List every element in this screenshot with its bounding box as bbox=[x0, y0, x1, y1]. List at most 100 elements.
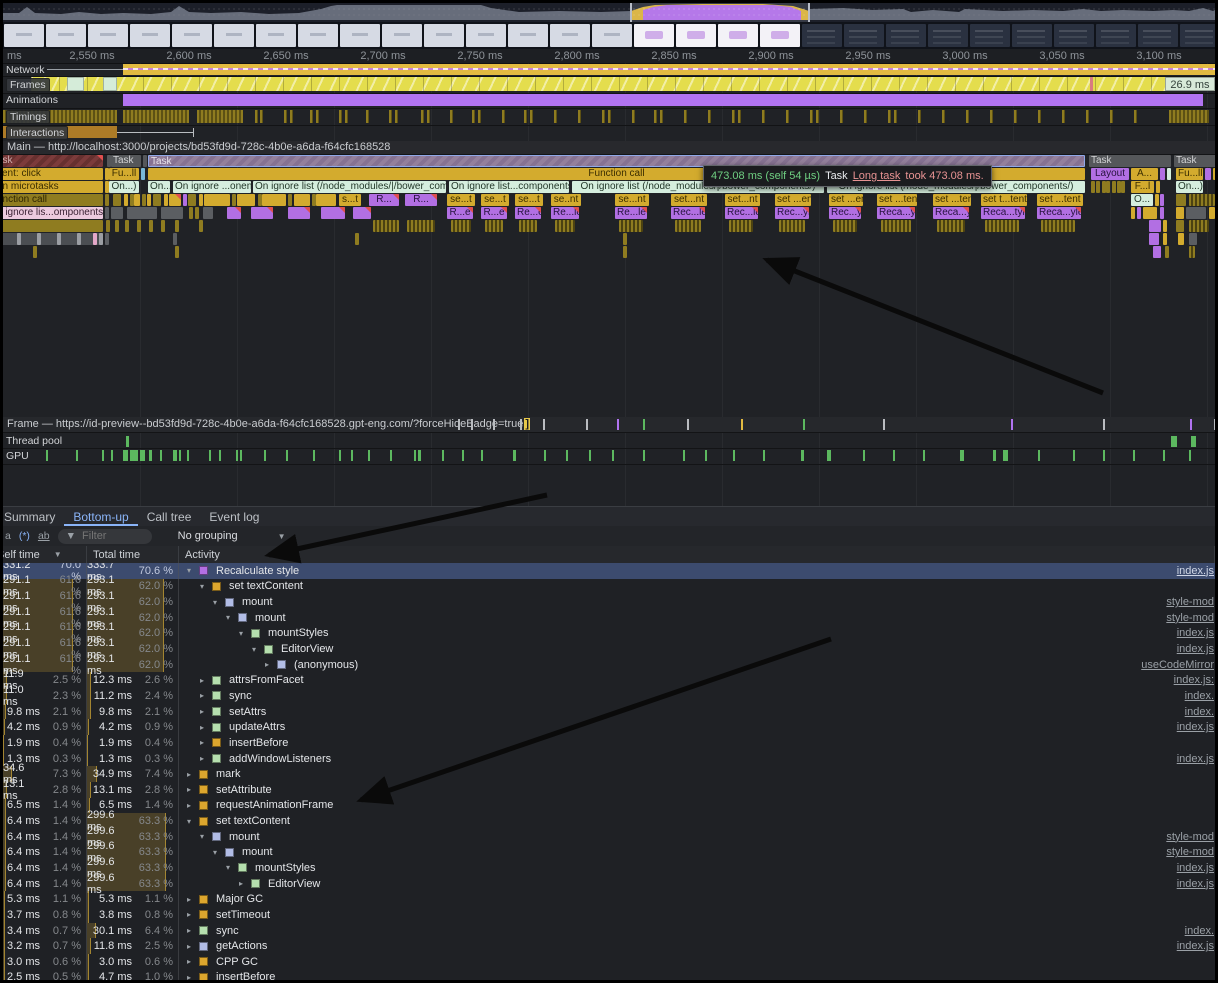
flame-event[interactable] bbox=[115, 220, 119, 232]
table-row[interactable]: 3.2 ms0.7 %11.8 ms2.5 %▸getActionsindex.… bbox=[3, 938, 1215, 954]
expand-arrow-icon[interactable]: ▾ bbox=[183, 817, 195, 826]
column-header-self-time[interactable]: Self time ▼ bbox=[3, 546, 87, 563]
flame-event[interactable] bbox=[407, 220, 435, 232]
flame-event[interactable] bbox=[555, 220, 575, 232]
flame-event[interactable]: Reca...yle bbox=[933, 207, 969, 219]
filmstrip-thumbnail[interactable] bbox=[340, 24, 380, 47]
flame-event[interactable]: A... bbox=[1131, 168, 1158, 180]
flame-event[interactable]: Task bbox=[1089, 155, 1171, 167]
filmstrip-thumbnail[interactable] bbox=[172, 24, 212, 47]
flame-event[interactable] bbox=[33, 246, 37, 258]
flame-event[interactable] bbox=[99, 233, 103, 245]
flame-event[interactable] bbox=[1137, 207, 1141, 219]
filmstrip-thumbnail[interactable] bbox=[1180, 24, 1215, 47]
expand-arrow-icon[interactable]: ▾ bbox=[183, 566, 195, 575]
flame-event[interactable] bbox=[1131, 207, 1135, 219]
flame-event[interactable] bbox=[251, 207, 273, 219]
table-row[interactable]: 291.1 ms61.6 %293.1 ms62.0 %▾mountStyles… bbox=[3, 626, 1215, 642]
filmstrip-thumbnail[interactable] bbox=[802, 24, 842, 47]
flame-event[interactable] bbox=[1189, 194, 1215, 206]
collapse-arrow-icon[interactable]: ▸ bbox=[196, 707, 208, 716]
table-row[interactable]: 291.1 ms61.6 %293.1 ms62.0 %▾set textCon… bbox=[3, 579, 1215, 595]
flame-event[interactable] bbox=[57, 233, 61, 245]
flame-event[interactable]: set t...tent bbox=[981, 194, 1027, 206]
flame-event[interactable] bbox=[619, 220, 643, 232]
frame-duration-badge[interactable]: 26.9 ms bbox=[1165, 77, 1215, 91]
expand-arrow-icon[interactable]: ▾ bbox=[209, 848, 221, 857]
flame-event[interactable]: On...) bbox=[148, 181, 170, 193]
flame-event[interactable] bbox=[1189, 220, 1209, 232]
flame-event[interactable] bbox=[353, 207, 371, 219]
flame-event[interactable] bbox=[1189, 233, 1197, 245]
flame-event[interactable]: se..nt bbox=[551, 194, 581, 206]
flame-event[interactable]: Rec...le bbox=[725, 207, 758, 219]
table-row[interactable]: 4.2 ms0.9 %4.2 ms0.9 %▸updateAttrsindex.… bbox=[3, 719, 1215, 735]
filter-input[interactable] bbox=[80, 529, 144, 543]
collapse-arrow-icon[interactable]: ▸ bbox=[183, 957, 195, 966]
flame-event[interactable] bbox=[1205, 168, 1211, 180]
flame-event[interactable] bbox=[232, 194, 236, 206]
table-row[interactable]: 6.4 ms1.4 %299.6 ms63.3 %▸EditorViewinde… bbox=[3, 876, 1215, 892]
filmstrip-thumbnail[interactable] bbox=[256, 24, 296, 47]
flame-event[interactable] bbox=[203, 207, 213, 219]
expand-arrow-icon[interactable]: ▾ bbox=[196, 582, 208, 591]
flame-event[interactable] bbox=[77, 233, 81, 245]
flame-event[interactable] bbox=[881, 220, 911, 232]
filmstrip-thumbnail[interactable] bbox=[634, 24, 674, 47]
flame-event[interactable]: s...t bbox=[339, 194, 361, 206]
flame-event[interactable] bbox=[111, 207, 123, 219]
flame-event[interactable] bbox=[1121, 181, 1125, 193]
frames-bar[interactable] bbox=[31, 77, 1165, 91]
tab-summary[interactable]: Summary bbox=[3, 507, 64, 526]
source-location-link[interactable]: index.js bbox=[1177, 878, 1215, 890]
flame-event[interactable] bbox=[1156, 181, 1160, 193]
filmstrip-thumbnail[interactable] bbox=[130, 24, 170, 47]
table-row[interactable]: 9.8 ms2.1 %9.8 ms2.1 %▸setAttrsindex. bbox=[3, 704, 1215, 720]
tab-event-log[interactable]: Event log bbox=[200, 507, 268, 526]
cpu-activity-overview[interactable] bbox=[3, 3, 1215, 22]
flame-event[interactable] bbox=[316, 194, 336, 206]
filmstrip-thumbnail[interactable] bbox=[886, 24, 926, 47]
flame-event[interactable]: Fu...ll bbox=[1176, 168, 1203, 180]
table-row[interactable]: 3.4 ms0.7 %30.1 ms6.4 %▸syncindex. bbox=[3, 923, 1215, 939]
flame-event[interactable] bbox=[288, 194, 292, 206]
flame-event[interactable]: Reca...yle bbox=[1037, 207, 1081, 219]
flame-event[interactable] bbox=[1091, 181, 1095, 193]
table-row[interactable]: 3.7 ms0.8 %3.8 ms0.8 %▸setTimeout bbox=[3, 907, 1215, 923]
flame-event[interactable]: se...t bbox=[447, 194, 475, 206]
source-location-link[interactable]: index. bbox=[1185, 925, 1215, 937]
flame-event[interactable] bbox=[833, 220, 857, 232]
filmstrip-thumbnail[interactable] bbox=[718, 24, 758, 47]
flame-event[interactable] bbox=[175, 246, 179, 258]
filmstrip-thumbnail[interactable] bbox=[928, 24, 968, 47]
flame-event[interactable]: On ignore list (/node_modules/|/bower_co… bbox=[253, 181, 446, 193]
flame-event[interactable] bbox=[134, 194, 140, 206]
flame-event[interactable] bbox=[164, 194, 168, 206]
table-row[interactable]: 1.9 ms0.4 %1.9 ms0.4 %▸insertBefore bbox=[3, 735, 1215, 751]
collapse-arrow-icon[interactable]: ▸ bbox=[196, 723, 208, 732]
source-location-link[interactable]: index.js bbox=[1177, 940, 1215, 952]
flame-event[interactable] bbox=[199, 220, 203, 232]
table-row[interactable]: 6.4 ms1.4 %299.6 ms63.3 %▾mountStylesind… bbox=[3, 860, 1215, 876]
filmstrip-thumbnail[interactable] bbox=[46, 24, 86, 47]
filmstrip-thumbnail[interactable] bbox=[424, 24, 464, 47]
flame-event[interactable] bbox=[1176, 220, 1184, 232]
filmstrip-thumbnail[interactable] bbox=[1012, 24, 1052, 47]
flame-event[interactable] bbox=[1209, 207, 1215, 219]
flame-event[interactable] bbox=[227, 207, 241, 219]
flame-event[interactable]: set ...tent bbox=[933, 194, 971, 206]
flame-event[interactable]: Reca...tyle bbox=[981, 207, 1025, 219]
filmstrip-thumbnail[interactable] bbox=[466, 24, 506, 47]
flame-event[interactable]: R... bbox=[405, 194, 437, 206]
flame-event[interactable] bbox=[93, 233, 97, 245]
source-location-link[interactable]: style-mod bbox=[1166, 831, 1215, 843]
frames-track[interactable]: 26.9 ms Frames bbox=[3, 76, 1215, 94]
main-thread-flamechart[interactable]: askTaskTaskTaskTaskvent: clickFu...llFun… bbox=[3, 154, 1215, 417]
flame-event[interactable] bbox=[623, 233, 627, 245]
bottom-up-table[interactable]: 331.2 ms70.0 %333.7 ms70.6 %▾Recalculate… bbox=[3, 563, 1215, 980]
collapse-arrow-icon[interactable]: ▸ bbox=[183, 942, 195, 951]
flame-event[interactable]: unction call bbox=[3, 194, 103, 206]
column-header-total-time[interactable]: Total time bbox=[87, 546, 179, 563]
table-row[interactable]: 11.9 ms2.5 %12.3 ms2.6 %▸attrsFromFaceti… bbox=[3, 672, 1215, 688]
flame-event[interactable] bbox=[17, 233, 21, 245]
